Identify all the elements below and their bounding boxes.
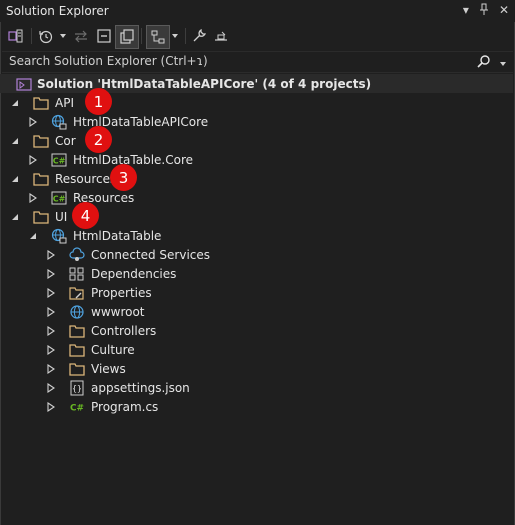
tree-item-label: Resources [55, 171, 117, 186]
connected-services-icon [69, 246, 85, 263]
annotation-badge-2: 2 [85, 126, 112, 153]
window-position-dropdown-icon[interactable]: ▾ [463, 3, 469, 18]
tree-row-connected-services[interactable]: Connected Services [0, 245, 513, 264]
panel-title-bar: Solution Explorer ▾ ✕ [0, 0, 515, 22]
expanded-arrow-icon[interactable] [10, 136, 20, 146]
folder-icon [33, 95, 49, 111]
tree-item-label: Dependencies [91, 266, 177, 281]
preview-dropdown-icon[interactable] [170, 25, 180, 47]
csharp-project-icon: C# [51, 152, 67, 168]
collapsed-arrow-icon[interactable] [46, 287, 56, 298]
tree-item-label: Program.cs [91, 399, 159, 414]
folder-icon [69, 323, 85, 339]
tree-item-label: UI [55, 209, 68, 224]
csharp-file-icon: C# [69, 399, 85, 415]
search-input[interactable]: Search Solution Explorer (Ctrl+ɿ) [2, 51, 513, 73]
solution-icon [16, 76, 32, 92]
tree-row-api-project[interactable]: HtmlDataTableAPICore [0, 112, 513, 131]
tree-row-controllers[interactable]: Controllers [0, 321, 513, 340]
expanded-arrow-icon[interactable] [28, 231, 38, 241]
tree-row-wwwroot[interactable]: wwwroot [0, 302, 513, 321]
solution-tree: Solution 'HtmlDataTableAPICore' (4 of 4 … [0, 73, 513, 523]
folder-icon [33, 209, 49, 225]
expanded-arrow-icon[interactable] [10, 174, 20, 184]
close-icon[interactable]: ✕ [499, 3, 509, 18]
tree-item-label: HtmlDataTable [73, 228, 162, 243]
collapsed-arrow-icon[interactable] [28, 154, 38, 165]
web-project-icon [51, 114, 67, 130]
tree-row-ui-project[interactable]: HtmlDataTable [0, 226, 513, 245]
solution-label: Solution 'HtmlDataTableAPICore' (4 of 4 … [37, 76, 372, 91]
history-dropdown-icon[interactable] [58, 25, 68, 47]
folder-icon [69, 361, 85, 377]
svg-text:C#: C# [53, 156, 66, 165]
svg-text:{}: {} [72, 384, 82, 393]
collapsed-arrow-icon[interactable] [46, 401, 56, 412]
tree-item-label: API [55, 95, 74, 110]
tree-row-views[interactable]: Views [0, 359, 513, 378]
json-file-icon: {} [69, 380, 85, 396]
tree-row-dependencies[interactable]: Dependencies [0, 264, 513, 283]
collapsed-arrow-icon[interactable] [46, 306, 56, 317]
tree-item-label: Culture [91, 342, 135, 357]
collapsed-arrow-icon[interactable] [46, 344, 56, 355]
collapsed-arrow-icon[interactable] [46, 268, 56, 279]
collapse-all-icon[interactable] [94, 25, 114, 47]
tree-solution-row[interactable]: Solution 'HtmlDataTableAPICore' (4 of 4 … [0, 74, 513, 93]
tree-item-label: HtmlDataTable.Core [73, 152, 194, 167]
pin-icon[interactable] [479, 3, 489, 18]
tree-item-label: appsettings.json [91, 380, 190, 395]
toolbar [0, 23, 515, 49]
web-project-icon [51, 228, 67, 244]
svg-text:C#: C# [53, 194, 66, 203]
annotation-badge-3: 3 [110, 164, 137, 191]
folder-icon [33, 171, 49, 187]
tree-row-resources-folder[interactable]: Resources [0, 169, 513, 188]
annotation-badge-1: 1 [85, 88, 112, 115]
tree-item-label: Connected Services [91, 247, 211, 262]
tree-row-core-folder[interactable]: Cor [0, 131, 513, 150]
show-all-files-icon[interactable] [115, 25, 139, 49]
collapsed-arrow-icon[interactable] [46, 363, 56, 374]
pending-changes-icon[interactable] [212, 25, 230, 47]
collapsed-arrow-icon[interactable] [46, 249, 56, 260]
collapsed-arrow-icon[interactable] [28, 192, 38, 203]
tree-item-label: Properties [91, 285, 152, 300]
expanded-arrow-icon[interactable] [10, 98, 20, 108]
globe-icon [69, 304, 85, 320]
csharp-project-icon: C# [51, 190, 67, 206]
properties-wrench-icon[interactable] [190, 25, 208, 47]
search-options-dropdown-icon[interactable] [499, 56, 507, 70]
tree-row-core-project[interactable]: C# HtmlDataTable.Core [0, 150, 513, 169]
collapsed-arrow-icon[interactable] [46, 382, 56, 393]
tree-row-appsettings[interactable]: {} appsettings.json [0, 378, 513, 397]
search-placeholder: Search Solution Explorer (Ctrl+ɿ) [9, 54, 208, 68]
properties-icon [69, 285, 85, 301]
expanded-arrow-icon[interactable] [10, 212, 20, 222]
tree-row-properties[interactable]: Properties [0, 283, 513, 302]
tree-row-culture[interactable]: Culture [0, 340, 513, 359]
tree-item-label: Cor [55, 133, 76, 148]
tree-item-label: Controllers [91, 323, 157, 338]
svg-text:C#: C# [70, 403, 84, 413]
tree-item-label: wwwroot [91, 304, 145, 319]
dependencies-icon [69, 266, 85, 282]
tree-row-api-folder[interactable]: API [0, 93, 513, 112]
folder-icon [69, 342, 85, 358]
tree-item-label: Views [91, 361, 126, 376]
preview-selected-items-icon[interactable] [146, 25, 170, 49]
sync-icon[interactable] [72, 25, 90, 47]
tree-row-program-cs[interactable]: C# Program.cs [0, 397, 513, 416]
search-icon[interactable] [477, 54, 491, 71]
switch-views-icon[interactable] [6, 25, 26, 47]
collapsed-arrow-icon[interactable] [28, 116, 38, 127]
history-icon[interactable] [37, 25, 55, 47]
folder-icon [33, 133, 49, 149]
collapsed-arrow-icon[interactable] [46, 325, 56, 336]
annotation-badge-4: 4 [72, 202, 99, 229]
panel-title: Solution Explorer [6, 4, 109, 18]
